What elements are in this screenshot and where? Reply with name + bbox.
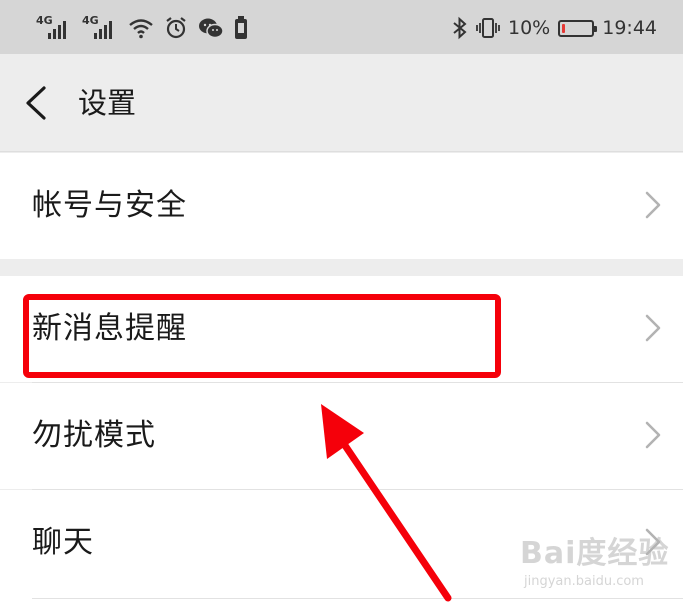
battery-icon [558, 19, 598, 37]
chevron-right-icon [645, 191, 661, 219]
chevron-right-icon [645, 421, 661, 449]
settings-item-label: 勿扰模式 [32, 418, 156, 453]
phone-icon [235, 16, 247, 39]
alarm-icon [166, 17, 186, 39]
status-right: 10% 19:44 [452, 14, 657, 42]
settings-item-label: 聊天 [32, 525, 94, 560]
back-icon[interactable] [22, 86, 52, 120]
nav-bar: 设置 [0, 54, 683, 152]
status-bar: 4G 4G 10% 19:44 [0, 0, 683, 54]
chevron-right-icon [645, 314, 661, 342]
page-title: 设置 [78, 86, 137, 120]
settings-item-do-not-disturb[interactable]: 勿扰模式 [0, 383, 683, 489]
wechat-icon [199, 18, 224, 39]
settings-item-account-security[interactable]: 帐号与安全 [0, 153, 683, 259]
watermark: Bai度经验 jingyan.baidu.com [520, 520, 670, 602]
watermark-url: jingyan.baidu.com [524, 574, 644, 589]
status-time: 19:44 [602, 17, 657, 39]
bluetooth-icon [453, 16, 467, 40]
signal-icon: 4G [36, 15, 72, 41]
battery-fill [562, 23, 566, 33]
vibrate-icon [476, 18, 500, 38]
signal-icon: 4G [82, 15, 118, 41]
settings-item-label: 帐号与安全 [32, 188, 187, 223]
watermark-logo: Bai度经验 [520, 536, 670, 571]
battery-percent: 10% [508, 17, 551, 39]
status-left: 4G 4G [36, 14, 248, 42]
highlight-box [23, 294, 501, 378]
wifi-icon [129, 19, 153, 39]
